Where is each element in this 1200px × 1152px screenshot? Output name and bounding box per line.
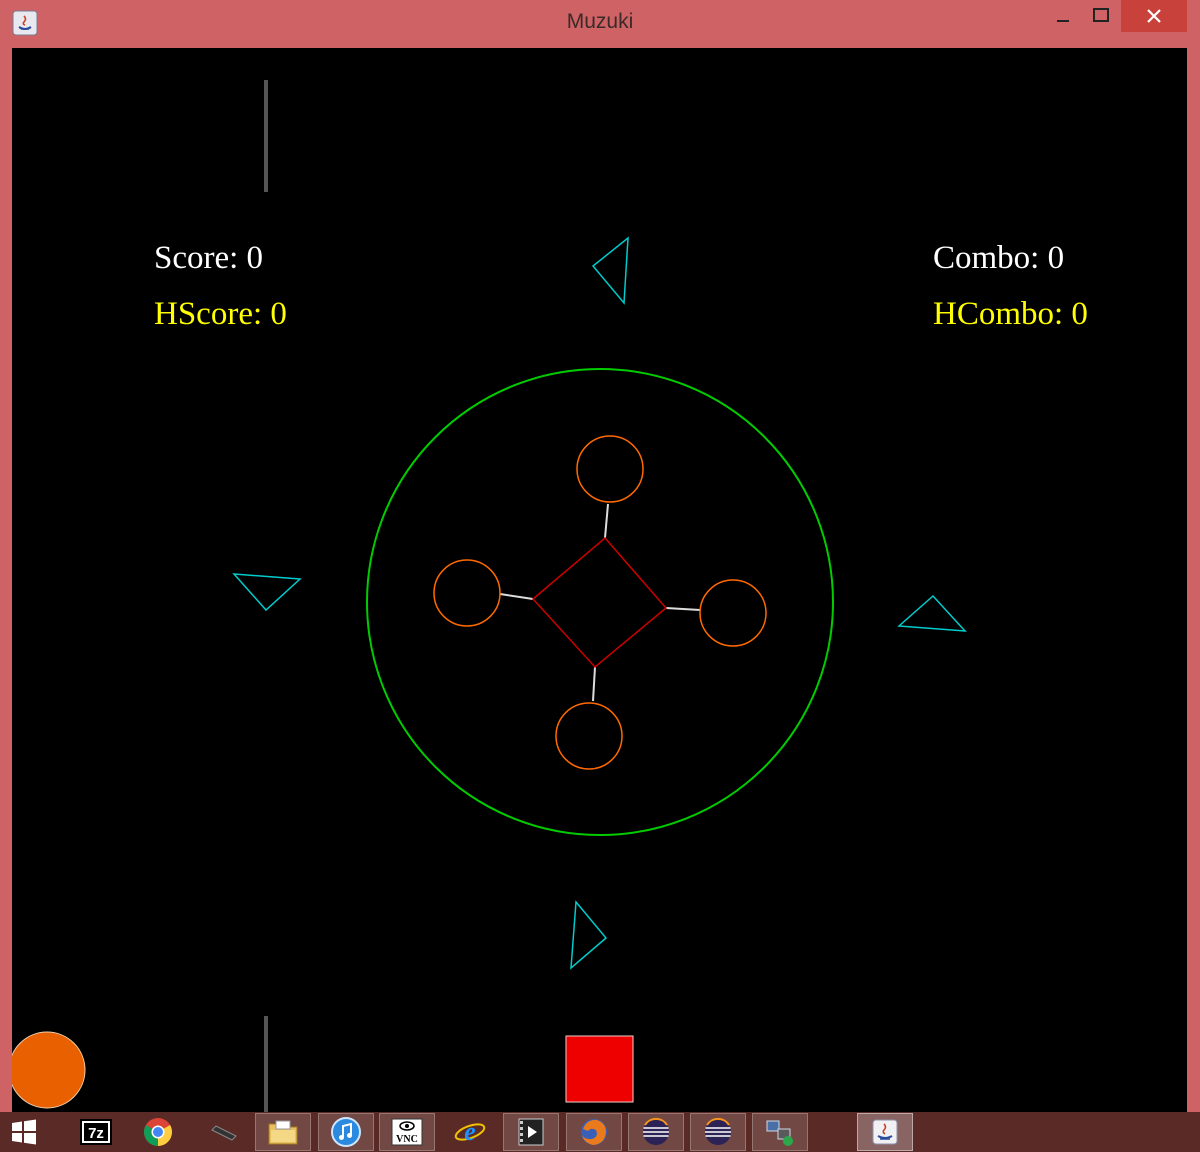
- taskbar-media-player[interactable]: [503, 1113, 559, 1151]
- taskbar-chrome[interactable]: [130, 1113, 186, 1151]
- window-title: Muzuki: [566, 10, 634, 33]
- game-canvas[interactable]: Score: 0 HScore: 0 Combo: 0 HCombo: 0: [12, 48, 1187, 1112]
- arrow-right: [897, 594, 967, 632]
- player-orb: [12, 1031, 86, 1109]
- arrow-top: [591, 236, 629, 305]
- connector-top: [604, 503, 609, 539]
- taskbar: 7z VNC e: [0, 1112, 1200, 1152]
- eclipse-icon-2: [705, 1118, 731, 1145]
- minimize-icon: [1057, 20, 1069, 22]
- taskbar-file-explorer[interactable]: [255, 1113, 311, 1151]
- maximize-button[interactable]: [1084, 0, 1118, 32]
- pad-bottom: [555, 702, 623, 770]
- connector-bottom: [592, 666, 596, 702]
- game-window: Muzuki Score: 0 HScore: 0 Combo: 0 HComb…: [0, 0, 1200, 1112]
- taskbar-network[interactable]: [752, 1113, 808, 1151]
- note-block: [565, 1035, 634, 1103]
- taskbar-java[interactable]: [857, 1113, 913, 1151]
- itunes-icon: [331, 1117, 361, 1147]
- chrome-icon: [144, 1118, 172, 1146]
- center-diamond: [531, 536, 668, 669]
- file-explorer-icon: [268, 1120, 298, 1145]
- close-button[interactable]: [1121, 0, 1187, 32]
- highcombo-label: HCombo: 0: [933, 296, 1088, 332]
- 7zip-icon: 7z: [80, 1119, 112, 1145]
- network-icon: [766, 1120, 793, 1146]
- highscore-label: HScore: 0: [154, 296, 287, 332]
- taskbar-eclipse[interactable]: [628, 1113, 684, 1151]
- pad-top: [576, 435, 644, 503]
- taskbar-7zip[interactable]: 7z: [68, 1113, 124, 1151]
- arrow-left: [232, 573, 302, 612]
- outer-ring: [366, 368, 834, 836]
- taskbar-pen[interactable]: [195, 1113, 251, 1151]
- internet-explorer-icon: e: [454, 1117, 486, 1146]
- svg-text:VNC: VNC: [396, 1134, 418, 1145]
- score-label: Score: 0: [154, 240, 264, 276]
- taskbar-eclipse-2[interactable]: [690, 1113, 746, 1151]
- arrow-bottom: [570, 900, 608, 970]
- start-icon: [12, 1119, 36, 1145]
- taskbar-itunes[interactable]: [318, 1113, 374, 1151]
- media-player-icon: [518, 1118, 544, 1146]
- taskbar-firefox[interactable]: [566, 1113, 622, 1151]
- minimize-button[interactable]: [1046, 0, 1080, 32]
- combo-label: Combo: 0: [933, 240, 1065, 276]
- taskbar-internet-explorer[interactable]: e: [442, 1113, 498, 1151]
- java-icon: [872, 1119, 898, 1145]
- svg-text:7z: 7z: [88, 1125, 104, 1142]
- eclipse-icon: [643, 1118, 669, 1145]
- pen-icon: [211, 1125, 237, 1141]
- connector-right: [665, 607, 701, 611]
- lane-bar-top: [264, 80, 268, 192]
- firefox-icon: [581, 1119, 607, 1145]
- pad-right: [699, 579, 767, 647]
- close-icon: [1147, 9, 1161, 23]
- start-button[interactable]: [0, 1113, 48, 1151]
- game-scene: [12, 80, 967, 1112]
- pad-left: [433, 559, 501, 627]
- lane-bar-bottom: [264, 1016, 268, 1112]
- title-bar[interactable]: Muzuki: [0, 0, 1200, 46]
- connector-left: [499, 593, 534, 600]
- svg-text:e: e: [464, 1117, 476, 1146]
- taskbar-vnc[interactable]: VNC: [379, 1113, 435, 1151]
- maximize-icon: [1093, 8, 1109, 22]
- vnc-icon: VNC: [391, 1118, 423, 1146]
